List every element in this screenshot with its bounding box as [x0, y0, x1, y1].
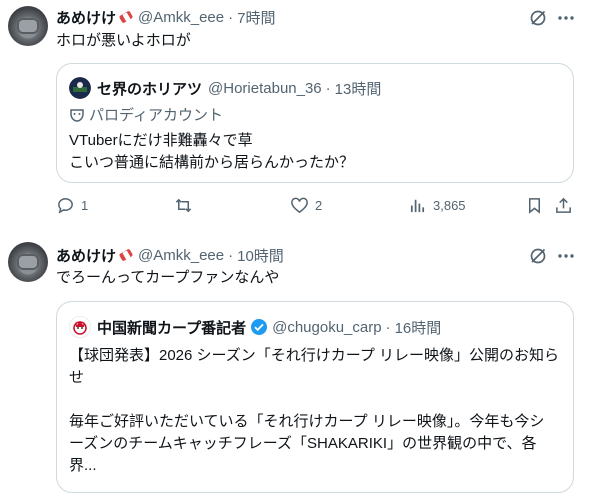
quote-avatar [69, 77, 91, 99]
avatar[interactable] [8, 6, 48, 46]
share-icon [556, 197, 571, 213]
chocolate-emoji-icon [119, 248, 133, 262]
quote-avatar [69, 316, 91, 338]
like-count: 2 [315, 198, 323, 213]
quote-line: 毎年ご好評いただいている「それ行けカープ リレー映像」。今年も今シ [69, 413, 545, 430]
views-chart-icon [410, 199, 425, 213]
reply-button[interactable]: 1 [56, 196, 88, 215]
heart-icon [291, 197, 308, 214]
handle[interactable]: @Amkk_eee [138, 247, 224, 264]
repost-button[interactable] [174, 196, 193, 215]
tweet-text: でろーんってカープファンなんや [56, 269, 280, 286]
quote-handle: @Horietabun_36 [208, 79, 322, 97]
view-count: 3,865 [433, 198, 466, 213]
reply-count: 1 [81, 198, 89, 213]
quote-timestamp: 16時間 [394, 319, 442, 337]
timestamp[interactable]: 7時間 [237, 7, 275, 28]
views-button[interactable]: 3,865 [408, 196, 466, 215]
like-button[interactable]: 2 [290, 196, 322, 215]
verified-badge-icon [251, 319, 268, 335]
bookmark-button[interactable] [525, 196, 544, 215]
repost-icon [175, 198, 192, 213]
handle[interactable]: @Amkk_eee [138, 9, 224, 26]
quote-text: VTuberにだけ非難轟々で草 こいつ普通に結構前から居らんかったか？ [69, 130, 563, 174]
tweet-2[interactable]: あめけけ @Amkk_eee · 10時間 でろーんってカープファンなんや 中国… [0, 230, 604, 493]
avatar[interactable] [8, 242, 48, 282]
quote-tweet[interactable]: セ界のホリアツ @Horietabun_36 · 13時間 パロディアカウント … [56, 63, 574, 183]
tweet-text: ホロが悪いよホロが [56, 32, 191, 49]
quote-line: せ [69, 369, 85, 386]
separator-dot: · [228, 246, 234, 264]
quote-line: 【球団発表】2026 シーズン「それ行けカープ リレー映像」公開のお知ら [69, 347, 560, 364]
separator-dot: · [385, 318, 391, 336]
share-button[interactable] [554, 196, 573, 215]
grok-icon[interactable] [528, 8, 548, 28]
quote-handle: @chugoku_carp [272, 318, 382, 336]
bookmark-icon [528, 198, 541, 214]
quote-line: ーズンのチームキャッチフレーズ「SHAKARIKI」の世界観の中で、各界... [69, 435, 537, 474]
quote-timestamp: 13時間 [334, 80, 382, 98]
display-name[interactable]: あめけけ [56, 245, 116, 266]
quote-line: VTuberにだけ非難轟々で草 [69, 132, 253, 149]
quote-display-name: セ界のホリアツ [97, 80, 203, 98]
quote-text: 【球団発表】2026 シーズン「それ行けカープ リレー映像」公開のお知ら せ 毎… [69, 345, 563, 477]
more-options-icon[interactable] [556, 8, 576, 28]
parody-label-text: パロディアカウント [89, 107, 223, 124]
quote-line: こいつ普通に結構前から居らんかったか？ [69, 154, 355, 171]
quote-display-name: 中国新聞カープ番記者 [97, 319, 247, 337]
separator-dot: · [325, 79, 331, 97]
grok-icon[interactable] [528, 246, 548, 266]
more-options-icon[interactable] [556, 246, 576, 266]
action-bar: 1 2 3,865 [56, 196, 576, 216]
display-name[interactable]: あめけけ [56, 7, 116, 28]
quote-tweet[interactable]: 中国新聞カープ番記者 @chugoku_carp · 16時間 【球団発表】20… [56, 301, 574, 493]
reply-icon [58, 198, 73, 214]
tweet-header: あめけけ @Amkk_eee · 7時間 [56, 7, 275, 27]
quote-blank-line [69, 389, 563, 411]
timestamp[interactable]: 10時間 [237, 245, 284, 266]
quote-header: 中国新聞カープ番記者 @chugoku_carp · 16時間 [69, 316, 442, 338]
parody-mask-icon [70, 108, 84, 122]
tweet-header: あめけけ @Amkk_eee · 10時間 [56, 245, 284, 265]
quote-header: セ界のホリアツ @Horietabun_36 · 13時間 [69, 77, 382, 99]
tweet-1[interactable]: あめけけ @Amkk_eee · 7時間 ホロが悪いよホロが セ界のホリアツ @… [0, 0, 604, 230]
separator-dot: · [228, 8, 234, 26]
chocolate-emoji-icon [119, 10, 133, 24]
parody-label: パロディアカウント [69, 104, 223, 125]
